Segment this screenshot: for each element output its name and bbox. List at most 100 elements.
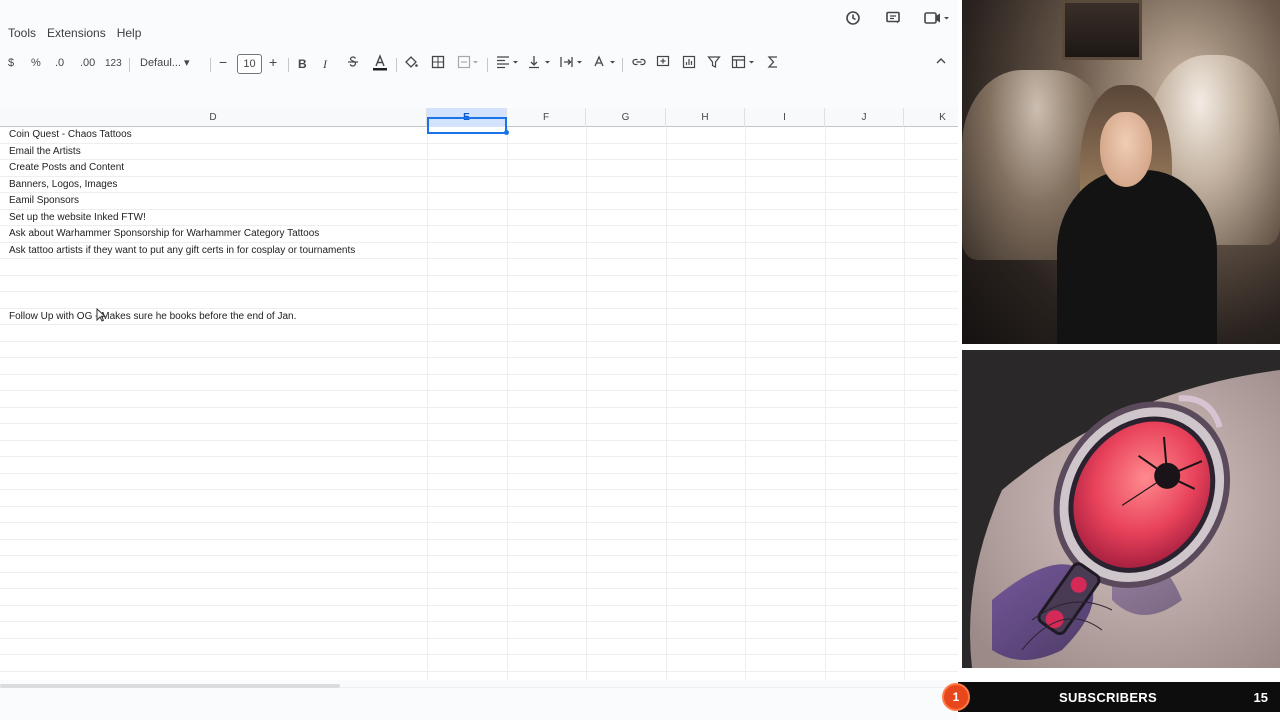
mouse-cursor-icon [96, 307, 107, 325]
table-row[interactable]: Ask tattoo artists if they want to put a… [0, 243, 958, 259]
table-row[interactable] [0, 342, 958, 358]
table-row[interactable] [0, 259, 958, 276]
table-row[interactable] [0, 540, 958, 556]
increase-decimal-button[interactable]: .00 [80, 57, 95, 69]
table-row[interactable] [0, 457, 958, 474]
table-row[interactable]: Follow Up with OG - Makes sure he books … [0, 309, 958, 325]
table-row[interactable] [0, 408, 958, 424]
table-row[interactable]: Email the Artists [0, 144, 958, 160]
fill-color-icon[interactable] [404, 55, 418, 72]
horizontal-align-icon[interactable] [496, 55, 520, 72]
table-row[interactable] [0, 375, 958, 391]
filter-icon[interactable] [707, 55, 721, 72]
active-cell-e7[interactable] [427, 117, 507, 134]
vertical-align-icon[interactable] [528, 55, 552, 72]
cell-d[interactable]: Email the Artists [9, 145, 81, 159]
table-row[interactable]: Ask about Warhammer Sponsorship for Warh… [0, 226, 958, 243]
column-header-h[interactable]: H [666, 108, 745, 127]
table-row[interactable] [0, 441, 958, 457]
table-row[interactable] [0, 606, 958, 622]
functions-sigma-icon[interactable] [767, 55, 779, 72]
decrease-decimal-button[interactable]: .0 [55, 57, 64, 69]
font-size-input[interactable]: 10 [237, 54, 262, 74]
table-row[interactable] [0, 292, 958, 309]
top-right-icons [844, 10, 950, 31]
merge-cells-icon[interactable] [457, 55, 479, 72]
video-camera-icon[interactable] [924, 10, 950, 31]
horizontal-scrollbar[interactable] [0, 684, 340, 688]
bold-button[interactable]: B [298, 57, 307, 71]
table-row[interactable] [0, 655, 958, 672]
text-rotation-icon[interactable] [593, 55, 617, 72]
table-row[interactable] [0, 573, 958, 589]
chevron-down-icon: ▾ [184, 57, 190, 69]
menu-bar: Tools Extensions Help [0, 22, 144, 44]
italic-button[interactable]: I [323, 57, 327, 72]
font-family-select[interactable]: Defaul... ▾ [140, 56, 190, 69]
table-row[interactable] [0, 490, 958, 507]
table-row[interactable] [0, 589, 958, 606]
column-header-f[interactable]: F [507, 108, 586, 127]
table-row[interactable] [0, 391, 958, 408]
toolbar-divider [129, 58, 130, 72]
cell-d[interactable]: Create Posts and Content [9, 161, 124, 175]
subscribers-count: 15 [1253, 690, 1268, 705]
collapse-toolbar-icon[interactable] [935, 55, 947, 70]
table-row[interactable] [0, 639, 958, 655]
currency-format-button[interactable]: $ [8, 57, 14, 69]
table-row[interactable] [0, 474, 958, 490]
cell-d[interactable]: Ask about Warhammer Sponsorship for Warh… [9, 227, 319, 241]
percent-format-button[interactable]: % [31, 57, 41, 69]
insert-comment-icon[interactable] [656, 55, 670, 72]
insert-chart-icon[interactable] [682, 55, 696, 72]
menu-extensions[interactable]: Extensions [47, 26, 106, 40]
cell-d[interactable]: Ask tattoo artists if they want to put a… [9, 244, 355, 258]
tattoo-illustration [962, 350, 1280, 668]
text-wrap-icon[interactable] [560, 55, 584, 72]
table-row[interactable]: Set up the website Inked FTW! [0, 210, 958, 226]
cell-d[interactable]: Eamil Sponsors [9, 194, 79, 208]
comment-icon[interactable] [884, 10, 902, 31]
cell-d[interactable]: Follow Up with OG - Makes sure he books … [9, 310, 296, 324]
table-row[interactable]: Create Posts and Content [0, 160, 958, 177]
table-row[interactable] [0, 358, 958, 375]
fill-handle[interactable] [504, 130, 509, 135]
insert-link-icon[interactable] [631, 55, 647, 72]
font-size-decrease-button[interactable]: − [219, 54, 227, 70]
history-icon[interactable] [844, 10, 862, 31]
menu-tools[interactable]: Tools [8, 26, 36, 40]
column-header-j[interactable]: J [825, 108, 904, 127]
streamer-body [1057, 170, 1217, 344]
strikethrough-icon[interactable] [346, 55, 360, 72]
subscribers-label: SUBSCRIBERS [1059, 690, 1157, 705]
column-header-k[interactable]: K [904, 108, 958, 127]
cell-d[interactable]: Coin Quest - Chaos Tattoos [9, 128, 132, 142]
table-row[interactable] [0, 556, 958, 573]
borders-icon[interactable] [431, 55, 445, 72]
column-header-i[interactable]: I [745, 108, 825, 127]
table-row[interactable] [0, 507, 958, 523]
font-family-value: Defaul... [140, 57, 181, 69]
table-row[interactable]: Eamil Sponsors [0, 193, 958, 210]
filter-views-icon[interactable] [731, 55, 757, 72]
formatting-toolbar: $ % .0 .00 123 Defaul... ▾ − + B I [0, 50, 958, 78]
number-format-button[interactable]: 123 [105, 58, 122, 69]
table-row[interactable] [0, 276, 958, 292]
cell-grid[interactable]: D E F G H I J K Coin Quest - Chaos Tatto… [0, 108, 958, 688]
cell-d[interactable]: Banners, Logos, Images [9, 178, 117, 192]
tattoo-showcase-image [962, 350, 1280, 668]
toolbar-divider [288, 58, 289, 72]
menu-help[interactable]: Help [117, 26, 142, 40]
table-row[interactable] [0, 424, 958, 441]
table-row[interactable] [0, 523, 958, 540]
column-header-g[interactable]: G [586, 108, 666, 127]
cell-d[interactable]: Set up the website Inked FTW! [9, 211, 146, 225]
table-row[interactable]: Banners, Logos, Images [0, 177, 958, 193]
column-header-d[interactable]: D [0, 108, 427, 127]
font-size-increase-button[interactable]: + [269, 54, 277, 70]
screen: Tools Extensions Help $ % .0 .00 123 Def… [0, 0, 1280, 720]
table-row[interactable] [0, 622, 958, 639]
toolbar-divider [622, 58, 623, 72]
table-row[interactable] [0, 325, 958, 342]
text-color-icon[interactable] [372, 54, 388, 75]
